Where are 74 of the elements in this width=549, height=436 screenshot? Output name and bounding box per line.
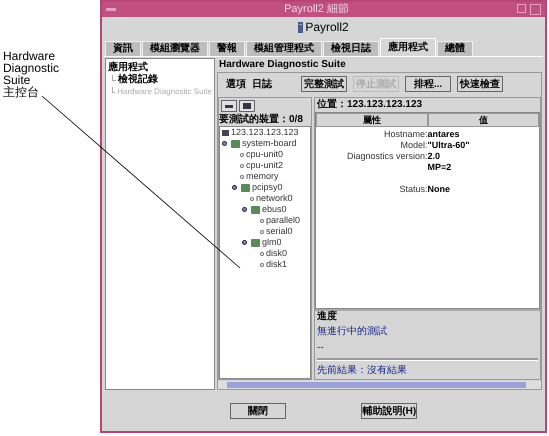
tree-item[interactable]: cpu-unit0 bbox=[246, 149, 284, 160]
device-icon bbox=[260, 218, 264, 222]
sidebar-title: 應用程式 bbox=[108, 61, 149, 74]
callout-text: 主控台 bbox=[3, 86, 40, 98]
toolbar-button[interactable]: 排程... bbox=[405, 76, 451, 92]
tree-item[interactable]: disk0 bbox=[266, 248, 288, 259]
tab[interactable]: 模組管理程式 bbox=[246, 41, 322, 56]
menu-item[interactable]: 選項 bbox=[226, 76, 246, 92]
progress-status: 無進行中的測試 bbox=[317, 326, 388, 338]
device-icon bbox=[260, 262, 264, 266]
property-name: Hostname: bbox=[384, 129, 428, 140]
device-icon bbox=[260, 252, 264, 256]
property-value: antares bbox=[428, 129, 460, 140]
tree-item[interactable]: memory bbox=[246, 171, 279, 182]
progress-detail: -- bbox=[317, 342, 325, 354]
property-name: Model: bbox=[400, 140, 428, 151]
progress-title: 進度 bbox=[317, 311, 338, 323]
sidebar-item[interactable]: 檢視記錄 bbox=[118, 74, 158, 86]
location-label: 位置：123.123.123.123 bbox=[316, 98, 424, 112]
panel-title: Hardware Diagnostic Suite bbox=[218, 58, 347, 72]
expand-all-icon[interactable] bbox=[239, 100, 255, 112]
tree-item[interactable]: cpu-unit2 bbox=[246, 160, 284, 171]
devices-label: 要測試的裝置：0/8 bbox=[219, 114, 304, 126]
callout-text: Suite bbox=[3, 74, 30, 86]
tab[interactable]: 應用程式 bbox=[380, 38, 436, 56]
window-title: Payroll2 細節 bbox=[284, 4, 349, 15]
property-name: Status: bbox=[399, 184, 428, 195]
tree-item[interactable]: glm0 bbox=[262, 237, 282, 248]
board-icon bbox=[251, 206, 260, 214]
tree-item[interactable]: ebus0 bbox=[262, 204, 287, 215]
callout-text: Diagnostic bbox=[3, 62, 60, 74]
board-icon bbox=[231, 140, 240, 148]
device-icon bbox=[240, 152, 244, 156]
previous-result: 先前結果：沒有結果 bbox=[317, 365, 408, 377]
tab[interactable]: 檢視日誌 bbox=[323, 41, 379, 56]
device-icon bbox=[240, 164, 244, 168]
tree-item[interactable]: serial0 bbox=[266, 226, 293, 237]
property-value: 2.0 bbox=[428, 151, 440, 162]
column-header[interactable]: 屬性 bbox=[316, 113, 428, 127]
computer-icon bbox=[222, 130, 229, 136]
device-icon bbox=[250, 196, 254, 200]
property-value: MP=2 bbox=[428, 162, 452, 173]
tree-item[interactable]: parallel0 bbox=[266, 215, 300, 226]
tab[interactable]: 總體 bbox=[437, 41, 473, 56]
tab[interactable]: 模組瀏覽器 bbox=[142, 41, 208, 56]
horizontal-scrollbar[interactable] bbox=[218, 381, 541, 389]
property-value: None bbox=[428, 184, 450, 195]
property-name: Diagnostics version: bbox=[346, 151, 428, 162]
toolbar-button[interactable]: 完整測試 bbox=[301, 76, 347, 92]
property-value: "Ultra-60" bbox=[428, 140, 470, 151]
expand-toggle[interactable] bbox=[242, 207, 247, 212]
expand-toggle[interactable] bbox=[232, 185, 237, 190]
column-header[interactable]: 值 bbox=[428, 113, 539, 127]
board-icon bbox=[241, 184, 250, 192]
tree-item[interactable]: system-board bbox=[242, 138, 297, 149]
tab[interactable]: 警報 bbox=[209, 41, 245, 56]
dialog-button[interactable]: 關閉 bbox=[230, 403, 286, 419]
tree-item[interactable]: 123.123.123.123 bbox=[231, 127, 299, 138]
tree-item[interactable]: disk1 bbox=[266, 259, 288, 270]
board-icon bbox=[251, 238, 260, 246]
header-title: Payroll2 bbox=[305, 19, 349, 36]
menu-item[interactable]: 日誌 bbox=[252, 76, 272, 92]
tree-item[interactable]: network0 bbox=[256, 193, 293, 204]
collapse-all-icon[interactable] bbox=[221, 100, 237, 112]
dialog-button[interactable]: 輔助說明(H) bbox=[361, 403, 418, 419]
tree-item[interactable]: pcipsy0 bbox=[252, 182, 283, 193]
toolbar-button[interactable]: 快速檢查 bbox=[457, 76, 503, 92]
expand-toggle[interactable] bbox=[242, 240, 247, 245]
device-icon bbox=[240, 174, 244, 178]
expand-toggle[interactable] bbox=[222, 141, 227, 146]
server-icon bbox=[298, 22, 304, 32]
tab[interactable]: 資訊 bbox=[105, 41, 141, 56]
device-icon bbox=[260, 230, 264, 234]
callout-text: Hardware bbox=[3, 50, 56, 62]
